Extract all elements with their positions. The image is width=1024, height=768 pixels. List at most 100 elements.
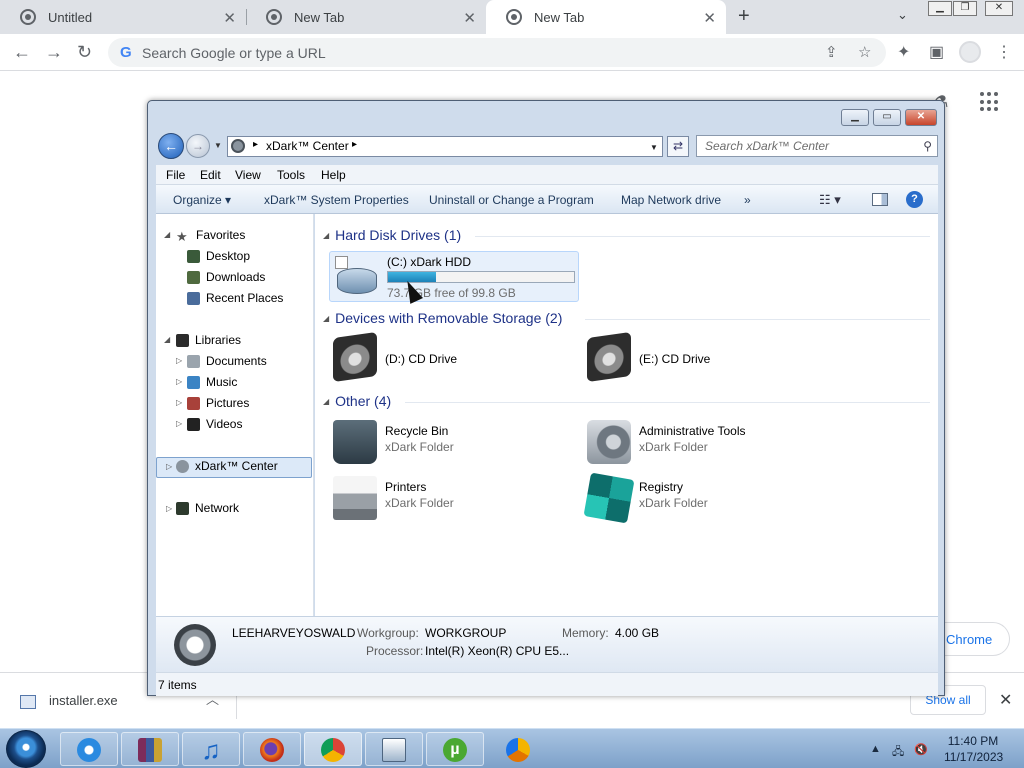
xdark-search-input[interactable] <box>697 136 907 156</box>
back-button[interactable]: ← <box>158 133 184 159</box>
nav-downloads[interactable]: Downloads <box>187 270 265 284</box>
taskbar-itunes[interactable]: ♫ <box>182 732 240 766</box>
nav-desktop[interactable]: Desktop <box>187 249 250 263</box>
xdark-search-box[interactable]: ⚲ <box>696 135 938 157</box>
google-apps-icon[interactable] <box>980 92 1000 112</box>
more-commands-button[interactable]: » <box>744 193 751 207</box>
address-input[interactable] <box>142 42 822 63</box>
menu-view[interactable]: View <box>235 168 261 182</box>
group-header-other[interactable]: ◢ Other (4) <box>323 393 391 409</box>
tab-new-tab[interactable]: New Tab ✕ <box>246 0 486 34</box>
nav-libraries[interactable]: Libraries <box>176 333 241 347</box>
volume-muted-icon[interactable]: 🔇 <box>914 743 928 756</box>
close-icon[interactable]: ✕ <box>999 690 1012 710</box>
taskbar-firefox[interactable] <box>243 732 301 766</box>
minimize-button[interactable]: ▁ <box>928 1 952 16</box>
collapse-triangle-icon[interactable]: ▷ <box>176 377 182 386</box>
forward-button[interactable]: → <box>186 134 210 158</box>
expand-triangle-icon[interactable]: ◢ <box>164 230 170 239</box>
customize-chrome-button[interactable]: Chrome <box>936 622 1010 656</box>
drive-d-item[interactable]: (D:) CD Drive <box>333 331 573 383</box>
menu-edit[interactable]: Edit <box>200 168 221 182</box>
profile-avatar-icon[interactable] <box>959 41 981 63</box>
omnibox[interactable]: G ⇪ ☆ <box>108 38 886 67</box>
help-icon[interactable]: ? <box>906 191 923 208</box>
close-tab-icon[interactable]: ✕ <box>463 9 476 27</box>
collapse-triangle-icon[interactable]: ▷ <box>166 462 172 471</box>
expand-triangle-icon[interactable]: ◢ <box>164 335 170 344</box>
registry-item[interactable]: Registry xDark Folder <box>583 472 827 524</box>
nav-documents[interactable]: Documents <box>187 354 267 368</box>
address-bar[interactable]: ▸ xDark™ Center ▸ ▼ <box>227 136 663 157</box>
side-panel-icon[interactable]: ▣ <box>929 42 944 62</box>
group-header-removable[interactable]: ◢ Devices with Removable Storage (2) <box>323 310 562 326</box>
back-arrow-icon[interactable]: ← <box>13 42 31 63</box>
network-tray-icon[interactable]: 🖧 <box>892 743 904 762</box>
taskbar-winrar[interactable] <box>121 732 179 766</box>
close-window-button[interactable]: ✕ <box>985 1 1013 16</box>
tab-untitled[interactable]: Untitled ✕ <box>0 0 246 34</box>
taskbar-chrome[interactable] <box>304 732 362 766</box>
collapse-triangle-icon[interactable]: ◢ <box>323 314 329 323</box>
minimize-button[interactable]: ▁ <box>841 109 869 126</box>
taskbar-chrome-canary[interactable] <box>489 732 547 766</box>
collapse-triangle-icon[interactable]: ▷ <box>176 419 182 428</box>
collapse-triangle-icon[interactable]: ▷ <box>176 356 182 365</box>
tab-new-tab-active[interactable]: New Tab ✕ <box>486 0 726 34</box>
refresh-icon[interactable]: ⇄ <box>667 136 689 157</box>
nav-network[interactable]: Network <box>176 501 239 515</box>
kebab-menu-icon[interactable]: ⋮ <box>996 42 1012 62</box>
clock-date[interactable]: 11/17/2023 <box>944 750 1003 764</box>
collapse-triangle-icon[interactable]: ▷ <box>176 398 182 407</box>
nav-pictures[interactable]: Pictures <box>187 396 249 410</box>
extensions-puzzle-icon[interactable]: ✦ <box>897 42 910 62</box>
restore-button[interactable]: ❐ <box>953 1 977 16</box>
collapse-triangle-icon[interactable]: ▷ <box>166 504 172 513</box>
menu-file[interactable]: File <box>166 168 185 182</box>
start-button[interactable] <box>6 730 46 768</box>
collapse-triangle-icon[interactable]: ◢ <box>323 397 329 406</box>
close-window-button[interactable]: ✕ <box>905 109 937 126</box>
close-tab-icon[interactable]: ✕ <box>703 9 716 27</box>
system-properties-button[interactable]: xDark™ System Properties <box>264 193 409 207</box>
tab-search-icon[interactable]: ⌄ <box>897 7 908 23</box>
drive-e-item[interactable]: (E:) CD Drive <box>587 331 827 383</box>
nav-videos[interactable]: Videos <box>187 417 242 431</box>
taskbar-utorrent[interactable]: µ <box>426 732 484 766</box>
taskbar-internet-explorer[interactable] <box>60 732 118 766</box>
close-tab-icon[interactable]: ✕ <box>223 9 236 27</box>
organize-button[interactable]: Organize ▾ <box>173 193 231 207</box>
preview-pane-icon[interactable] <box>872 193 888 206</box>
administrative-tools-item[interactable]: Administrative Tools xDark Folder <box>587 420 827 468</box>
taskbar-notepad[interactable] <box>365 732 423 766</box>
search-icon[interactable]: ⚲ <box>923 139 932 153</box>
forward-arrow-icon[interactable]: → <box>45 42 63 63</box>
chevron-right-icon[interactable]: ▸ <box>253 139 258 150</box>
uninstall-program-button[interactable]: Uninstall or Change a Program <box>429 193 594 207</box>
address-crumb[interactable]: xDark™ Center <box>266 139 349 153</box>
select-checkbox[interactable] <box>335 256 348 269</box>
chevron-right-icon[interactable]: ▸ <box>352 139 357 150</box>
share-icon[interactable]: ⇪ <box>825 43 838 61</box>
show-hidden-icons-chevron-icon[interactable]: ▲ <box>870 743 881 755</box>
change-view-icon[interactable]: ☷ ▾ <box>819 192 841 208</box>
reload-icon[interactable]: ↻ <box>77 42 92 63</box>
map-network-drive-button[interactable]: Map Network drive <box>621 193 721 207</box>
recycle-bin-item[interactable]: Recycle Bin xDark Folder <box>333 420 573 468</box>
download-file-name[interactable]: installer.exe <box>49 693 118 708</box>
menu-help[interactable]: Help <box>321 168 346 182</box>
nav-music[interactable]: Music <box>187 375 237 389</box>
bookmark-star-icon[interactable]: ☆ <box>858 43 871 61</box>
printers-item[interactable]: Printers xDark Folder <box>333 476 573 524</box>
collapse-triangle-icon[interactable]: ◢ <box>323 231 329 240</box>
nav-favorites[interactable]: ★ Favorites <box>176 228 245 244</box>
address-dropdown-icon[interactable]: ▼ <box>650 143 658 152</box>
maximize-button[interactable]: ▭ <box>873 109 901 126</box>
menu-tools[interactable]: Tools <box>277 168 305 182</box>
group-header-hard-disks[interactable]: ◢ Hard Disk Drives (1) <box>323 227 461 243</box>
clock-time[interactable]: 11:40 PM <box>944 734 1002 748</box>
nav-xdark-center[interactable]: xDark™ Center <box>176 459 278 473</box>
nav-recent-places[interactable]: Recent Places <box>187 291 283 305</box>
drive-c-tile[interactable]: (C:) xDark HDD 73.7 GB free of 99.8 GB <box>329 251 579 302</box>
new-tab-button[interactable]: + <box>738 5 750 28</box>
